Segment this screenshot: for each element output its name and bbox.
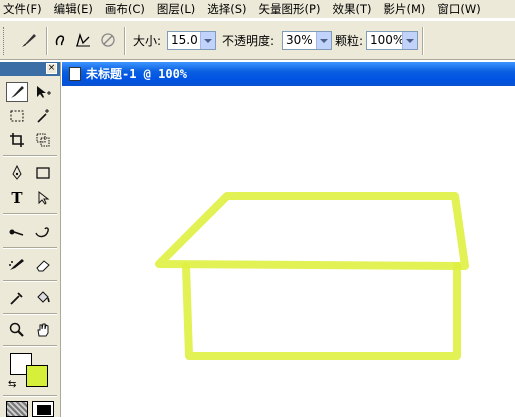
paint-icon[interactable] bbox=[6, 255, 28, 275]
roof-stroke bbox=[155, 192, 469, 270]
panel-divider bbox=[3, 280, 57, 282]
menu-window[interactable]: 窗口(W) bbox=[434, 0, 480, 18]
menu-effects[interactable]: 效果(T) bbox=[329, 0, 371, 18]
pointer-icon[interactable] bbox=[32, 188, 54, 208]
swap-colors-icon[interactable]: ⇆ bbox=[8, 379, 16, 390]
menu-layer[interactable]: 图层(L) bbox=[154, 0, 195, 18]
document-icon bbox=[69, 67, 81, 81]
mask-icon[interactable] bbox=[6, 401, 28, 417]
chevron-down-icon[interactable] bbox=[200, 32, 215, 49]
grain-select[interactable]: 100% bbox=[366, 31, 418, 50]
screen-mode-icon[interactable] bbox=[32, 401, 54, 417]
drawing-canvas[interactable] bbox=[62, 86, 515, 417]
text-icon[interactable]: T bbox=[6, 188, 28, 208]
wall-stroke bbox=[182, 262, 461, 360]
transform-icon[interactable] bbox=[32, 130, 54, 150]
menu-vector[interactable]: 矢量图形(P) bbox=[256, 0, 321, 18]
opacity-select[interactable]: 30% bbox=[282, 31, 332, 50]
toolbar-separator bbox=[46, 27, 48, 55]
brush-tool-icon[interactable] bbox=[18, 29, 40, 51]
chevron-down-icon[interactable] bbox=[316, 32, 331, 49]
close-icon[interactable]: × bbox=[46, 63, 57, 74]
menu-bar: 文件(F) 编辑(E) 画布(C) 图层(L) 选择(S) 矢量图形(P) 效果… bbox=[0, 0, 515, 18]
size-select[interactable]: 15.0 bbox=[167, 31, 216, 50]
toolbar-grip[interactable] bbox=[3, 27, 7, 55]
house-sketch bbox=[155, 192, 469, 360]
grain-value: 100% bbox=[370, 33, 405, 47]
hand-icon[interactable] bbox=[32, 320, 54, 340]
opacity-value: 30% bbox=[286, 33, 313, 47]
freeform-icon[interactable] bbox=[32, 221, 54, 241]
opacity-label: 不透明度: bbox=[222, 34, 275, 48]
document-title-bar[interactable]: 未标题-1 @ 100% bbox=[62, 62, 515, 86]
subselect-icon[interactable] bbox=[32, 82, 54, 102]
marquee-icon[interactable] bbox=[6, 106, 28, 126]
chevron-down-icon[interactable] bbox=[402, 32, 417, 49]
menu-select[interactable]: 选择(S) bbox=[204, 0, 246, 18]
toolbar-separator bbox=[124, 27, 126, 55]
bucket-icon[interactable] bbox=[32, 288, 54, 308]
eyedropper-icon[interactable] bbox=[6, 288, 28, 308]
tools-panel-header[interactable]: × bbox=[0, 62, 60, 76]
menu-canvas[interactable]: 画布(C) bbox=[102, 0, 145, 18]
grain-label: 颗粒: bbox=[335, 34, 364, 48]
panel-divider bbox=[3, 247, 57, 249]
fill-color-swatch[interactable] bbox=[26, 365, 48, 387]
rectangle-icon[interactable] bbox=[32, 163, 54, 183]
options-toolbar: 大小: 15.0 不透明度: 30% 颗粒: 100% bbox=[0, 20, 515, 60]
eraser-icon[interactable] bbox=[32, 255, 54, 275]
menu-file[interactable]: 文件(F) bbox=[0, 0, 42, 18]
brush-icon[interactable] bbox=[6, 82, 28, 102]
panel-divider bbox=[3, 313, 57, 315]
tools-panel: × T ⇆ bbox=[0, 62, 61, 417]
panel-divider bbox=[3, 155, 57, 157]
panel-divider bbox=[3, 345, 57, 347]
panel-divider bbox=[3, 395, 57, 397]
panel-divider bbox=[3, 213, 57, 215]
lasso-icon[interactable] bbox=[6, 221, 28, 241]
stroke-option-icon[interactable] bbox=[72, 29, 94, 51]
size-label: 大小: bbox=[133, 34, 162, 48]
pressure-icon[interactable] bbox=[97, 29, 119, 51]
toolbar-separator bbox=[422, 27, 424, 55]
pen-icon[interactable] bbox=[6, 163, 28, 183]
crop-icon[interactable] bbox=[6, 130, 28, 150]
size-value: 15.0 bbox=[171, 33, 198, 47]
magic-wand-icon[interactable] bbox=[32, 106, 54, 126]
menu-edit[interactable]: 编辑(E) bbox=[51, 0, 93, 18]
document-title: 未标题-1 @ 100% bbox=[86, 67, 188, 81]
menu-movie[interactable]: 影片(M) bbox=[380, 0, 425, 18]
zoom-icon[interactable] bbox=[6, 320, 28, 340]
